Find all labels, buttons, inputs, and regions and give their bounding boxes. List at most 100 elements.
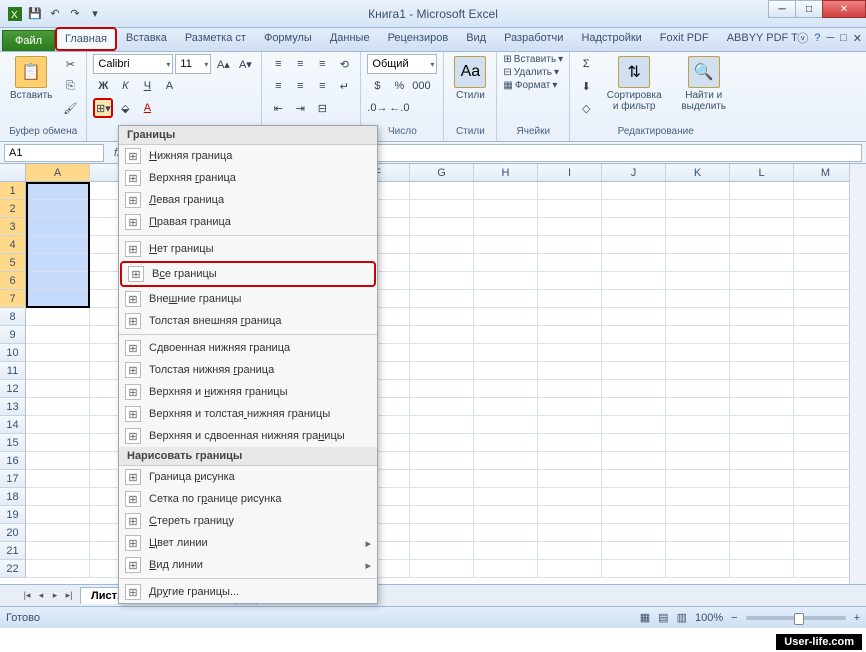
cell[interactable]	[410, 560, 474, 578]
cell[interactable]	[474, 200, 538, 218]
fill-color-icon[interactable]: ⬙	[115, 98, 135, 118]
cell[interactable]	[730, 272, 794, 290]
cell[interactable]	[410, 182, 474, 200]
cell[interactable]	[26, 560, 90, 578]
cell[interactable]	[410, 236, 474, 254]
cell[interactable]	[538, 272, 602, 290]
borders-button[interactable]: ⊞▾	[93, 98, 113, 118]
cell[interactable]	[410, 254, 474, 272]
cell[interactable]	[730, 236, 794, 254]
cell[interactable]	[602, 398, 666, 416]
underline-icon[interactable]: Ч	[137, 76, 157, 96]
ribbon-tab-7[interactable]: Разработчи	[495, 27, 572, 51]
view-normal-icon[interactable]: ▦	[640, 611, 650, 624]
row-header[interactable]: 10	[0, 344, 26, 362]
align-middle-icon[interactable]: ≡	[290, 54, 310, 74]
cell[interactable]	[730, 290, 794, 308]
cell[interactable]	[666, 290, 730, 308]
ribbon-tab-9[interactable]: Foxit PDF	[651, 27, 718, 51]
align-center-icon[interactable]: ≡	[290, 76, 310, 96]
mdi-restore-icon[interactable]: □	[840, 32, 847, 44]
fill-icon[interactable]: ⬇	[576, 76, 596, 96]
cell[interactable]	[474, 218, 538, 236]
cell[interactable]	[410, 380, 474, 398]
sheet-nav-arrows[interactable]: |◂◂▸▸|	[20, 590, 76, 601]
sort-filter-button[interactable]: ⇅ Сортировка и фильтр	[600, 54, 668, 114]
cell[interactable]	[666, 380, 730, 398]
row-header[interactable]: 9	[0, 326, 26, 344]
cell[interactable]	[602, 182, 666, 200]
cell[interactable]	[730, 398, 794, 416]
cell[interactable]	[602, 524, 666, 542]
row-header[interactable]: 1	[0, 182, 26, 200]
cell[interactable]	[666, 560, 730, 578]
row-header[interactable]: 15	[0, 434, 26, 452]
cell[interactable]	[26, 380, 90, 398]
cell[interactable]	[26, 290, 90, 308]
cell[interactable]	[26, 362, 90, 380]
zoom-in-icon[interactable]: +	[854, 612, 860, 624]
paste-button[interactable]: 📋 Вставить	[6, 54, 56, 103]
border-menu-item[interactable]: ⊞Толстая нижняя граница	[119, 359, 377, 381]
cell[interactable]	[730, 452, 794, 470]
cell[interactable]	[474, 470, 538, 488]
cell[interactable]	[602, 200, 666, 218]
cell[interactable]	[26, 326, 90, 344]
cell[interactable]	[602, 272, 666, 290]
ribbon-tab-2[interactable]: Разметка ст	[176, 27, 255, 51]
cell[interactable]	[474, 452, 538, 470]
cell[interactable]	[666, 218, 730, 236]
cell[interactable]	[730, 524, 794, 542]
cell[interactable]	[538, 452, 602, 470]
mdi-minimize-icon[interactable]: ─	[826, 32, 834, 44]
cell[interactable]	[410, 488, 474, 506]
cell[interactable]	[602, 416, 666, 434]
ribbon-tab-10[interactable]: ABBYY PDF T	[718, 27, 807, 51]
cell[interactable]	[410, 542, 474, 560]
cell[interactable]	[474, 560, 538, 578]
align-bottom-icon[interactable]: ≡	[312, 54, 332, 74]
styles-button[interactable]: Aa Стили	[450, 54, 490, 103]
cell[interactable]	[26, 236, 90, 254]
row-header[interactable]: 22	[0, 560, 26, 578]
cell[interactable]	[538, 290, 602, 308]
cell[interactable]	[410, 506, 474, 524]
wrap-text-icon[interactable]: ↵	[334, 76, 354, 96]
cell[interactable]	[410, 290, 474, 308]
border-menu-item[interactable]: ⊞Правая граница	[119, 211, 377, 233]
cell[interactable]	[474, 326, 538, 344]
help-icon[interactable]: ?	[814, 32, 820, 44]
border-menu-item[interactable]: ⊞Граница рисунка	[119, 466, 377, 488]
cell[interactable]	[26, 470, 90, 488]
cell[interactable]	[474, 290, 538, 308]
cell[interactable]	[410, 452, 474, 470]
row-header[interactable]: 17	[0, 470, 26, 488]
cell[interactable]	[730, 362, 794, 380]
cut-icon[interactable]: ✂	[60, 54, 80, 74]
cell[interactable]	[474, 398, 538, 416]
cell[interactable]	[474, 434, 538, 452]
cell[interactable]	[666, 434, 730, 452]
cell[interactable]	[730, 200, 794, 218]
row-header[interactable]: 5	[0, 254, 26, 272]
cell[interactable]	[666, 488, 730, 506]
font-name-combo[interactable]: Calibri	[93, 54, 173, 74]
align-left-icon[interactable]: ≡	[268, 76, 288, 96]
cell[interactable]	[602, 506, 666, 524]
comma-icon[interactable]: 000	[411, 76, 431, 96]
cell[interactable]	[730, 434, 794, 452]
ribbon-tab-4[interactable]: Данные	[321, 27, 379, 51]
qat-more-icon[interactable]: ▾	[86, 5, 104, 23]
cell[interactable]	[730, 182, 794, 200]
cell[interactable]	[538, 470, 602, 488]
cell[interactable]	[538, 488, 602, 506]
row-header[interactable]: 13	[0, 398, 26, 416]
cell[interactable]	[474, 542, 538, 560]
row-header[interactable]: 4	[0, 236, 26, 254]
font-size-combo[interactable]: 11	[175, 54, 211, 74]
cell[interactable]	[602, 218, 666, 236]
maximize-button[interactable]: □	[795, 0, 823, 18]
save-icon[interactable]: 💾	[26, 5, 44, 23]
cell[interactable]	[538, 254, 602, 272]
cell[interactable]	[26, 254, 90, 272]
